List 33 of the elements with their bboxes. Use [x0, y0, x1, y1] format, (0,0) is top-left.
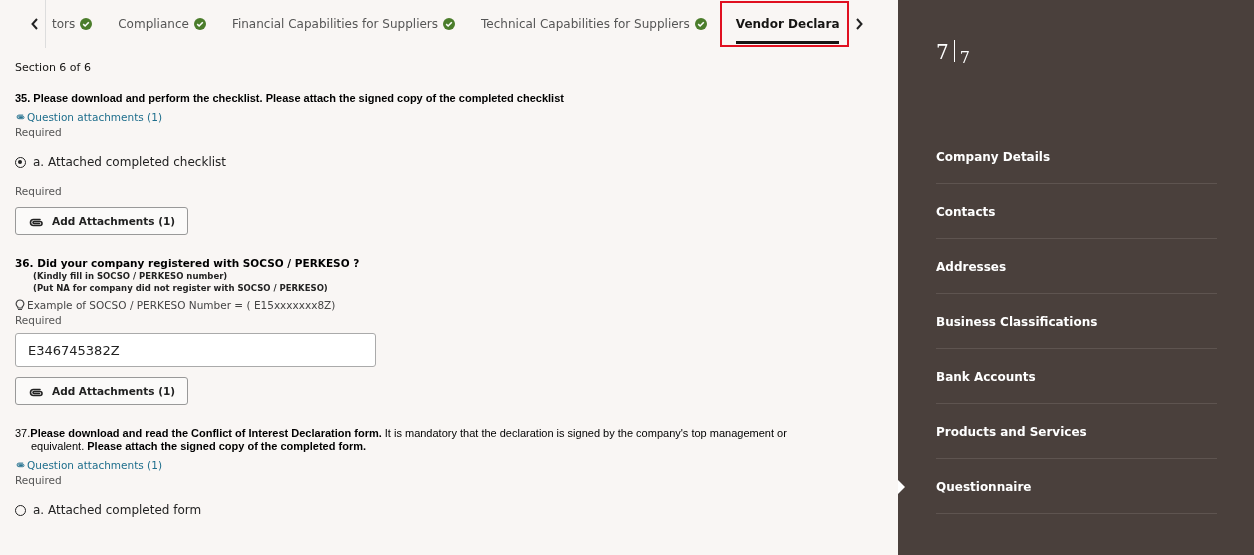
required-label: Required [15, 474, 63, 486]
check-circle-icon [694, 18, 707, 30]
step-total: 7 [959, 48, 970, 67]
check-circle-icon [193, 18, 206, 30]
hint-text: Example of SOCSO / PERKESO Number = ( E15xxxxxxx8Z) [27, 299, 336, 311]
required-label: Required [15, 185, 63, 197]
attachments-link[interactable]: Question attachments (1) [15, 111, 162, 123]
step-current: 7 [936, 40, 949, 64]
check-circle-icon [443, 18, 456, 30]
input-field[interactable]: E346745382Z [15, 333, 376, 367]
option-label: a. Attached completed form [33, 503, 202, 517]
required-label: Required [15, 314, 63, 326]
required-label: Required [15, 126, 63, 138]
lightbulb-icon [15, 299, 25, 311]
section-label: Section 6 of 6 [15, 61, 92, 74]
question-note: (Kindly fill in SOCSO / PERKESO number) [32, 270, 229, 282]
attachments-link[interactable]: Question attachments (1) [15, 459, 162, 471]
chevron-right-icon [855, 18, 864, 30]
question-text: 35. Please download and perform the checklist. Please attach the signed copy of the completed checklist [15, 92, 565, 105]
tab[interactable]: Vendor Declara [719, 1, 850, 47]
add-attachments-button[interactable]: Add Attachments (1) [15, 207, 189, 235]
tab[interactable]: Compliance [105, 0, 219, 48]
chevron-left-icon [31, 18, 39, 30]
question-text: 37.Please download and read the Conflict of Interest Declaration form. It is mandatory that the declaration is signed by the company's top management or equivalent. Please attach the signed copy of the completed form. [15, 427, 788, 453]
tab[interactable]: tors [45, 0, 106, 48]
option-label: a. Attached completed checklist [33, 155, 226, 169]
tab[interactable]: Technical Capabilities for Suppliers [468, 0, 720, 48]
tab[interactable]: Financial Capabilities for Suppliers [218, 0, 469, 48]
add-attachments-button[interactable]: Add Attachments (1) [15, 377, 189, 405]
check-circle-icon [80, 18, 93, 30]
question-text: 36. Did your company registered with SOCSO / PERKESO ? [15, 257, 361, 270]
question-note: (Put NA for company did not register with SOCSO / PERKESO) [32, 282, 329, 294]
step-divider [953, 40, 955, 62]
